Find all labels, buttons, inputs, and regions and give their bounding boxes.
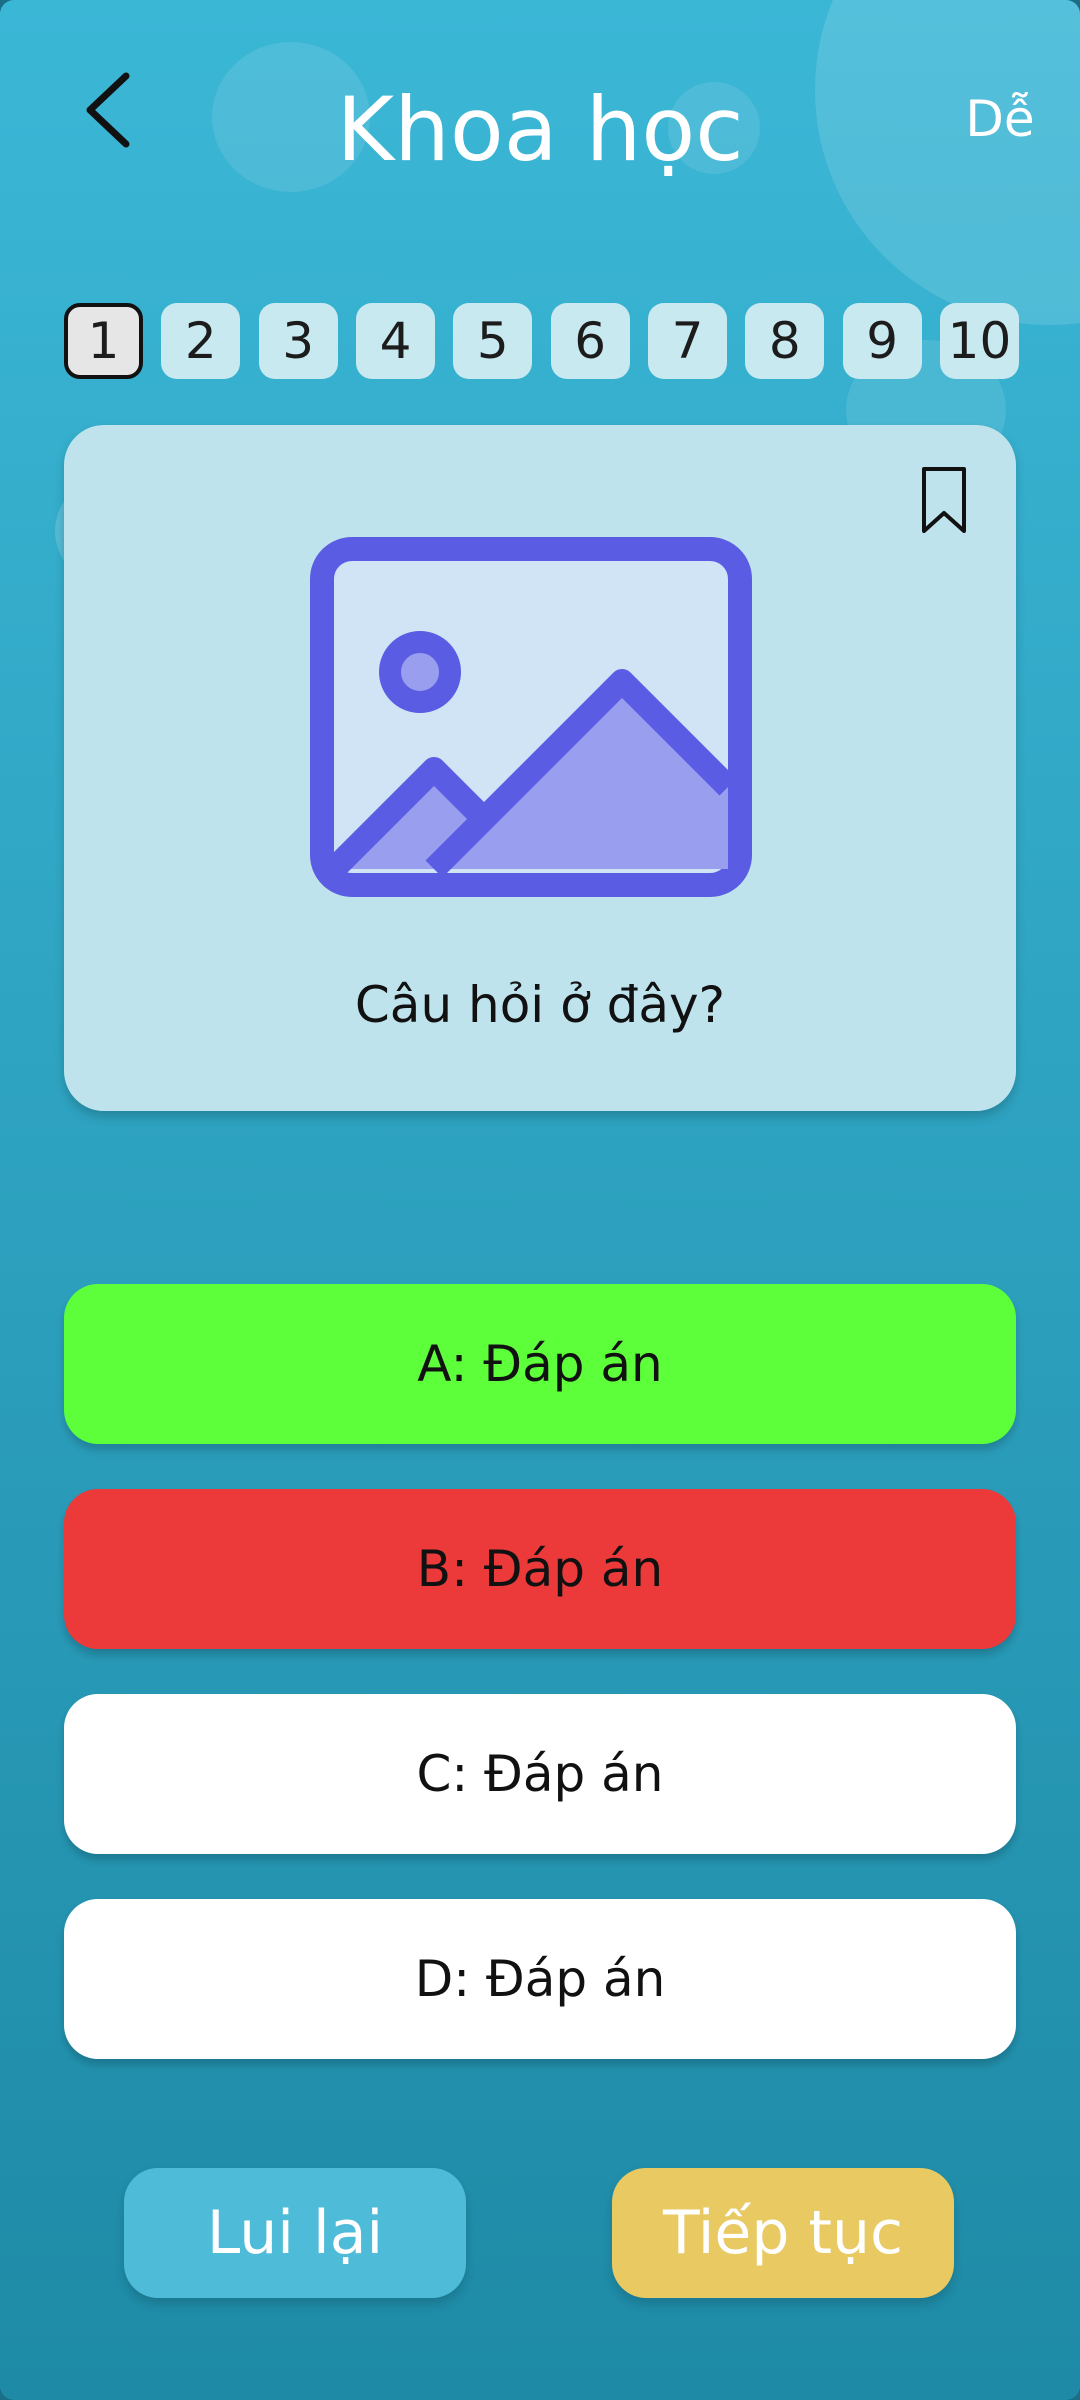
answer-option-a[interactable]: A: Đáp án: [64, 1284, 1016, 1444]
question-text: Câu hỏi ở đây?: [354, 976, 726, 1034]
answer-option-d[interactable]: D: Đáp án: [64, 1899, 1016, 2059]
question-number-button[interactable]: 8: [745, 303, 825, 379]
decorative-bubble: [815, 0, 1080, 325]
question-number-button[interactable]: 9: [842, 303, 922, 379]
question-number-nav: 1 2 3 4 5 6 7 8 9 10: [64, 303, 1019, 379]
page-title: Khoa học: [336, 78, 744, 181]
question-number-button[interactable]: 1: [64, 303, 143, 379]
question-number-button[interactable]: 6: [550, 303, 630, 379]
answer-option-b[interactable]: B: Đáp án: [64, 1489, 1016, 1649]
question-number-button[interactable]: 4: [355, 303, 435, 379]
image-placeholder-icon: [310, 537, 752, 897]
answer-option-c[interactable]: C: Đáp án: [64, 1694, 1016, 1854]
previous-button[interactable]: Lui lại: [124, 2168, 466, 2298]
question-card: Câu hỏi ở đây?: [64, 425, 1016, 1111]
bookmark-icon[interactable]: [914, 463, 974, 537]
question-number-button[interactable]: 3: [258, 303, 338, 379]
next-button[interactable]: Tiếp tục: [612, 2168, 954, 2298]
back-button[interactable]: [72, 62, 144, 158]
question-number-button[interactable]: 2: [161, 303, 241, 379]
quiz-screen: Khoa học Dễ 1 2 3 4 5 6 7 8 9 10 Câu hỏi…: [0, 0, 1080, 2400]
difficulty-label: Dễ: [965, 90, 1035, 148]
chevron-left-icon: [86, 72, 130, 148]
question-number-button[interactable]: 10: [939, 303, 1019, 379]
question-number-button[interactable]: 7: [647, 303, 727, 379]
question-number-button[interactable]: 5: [453, 303, 533, 379]
